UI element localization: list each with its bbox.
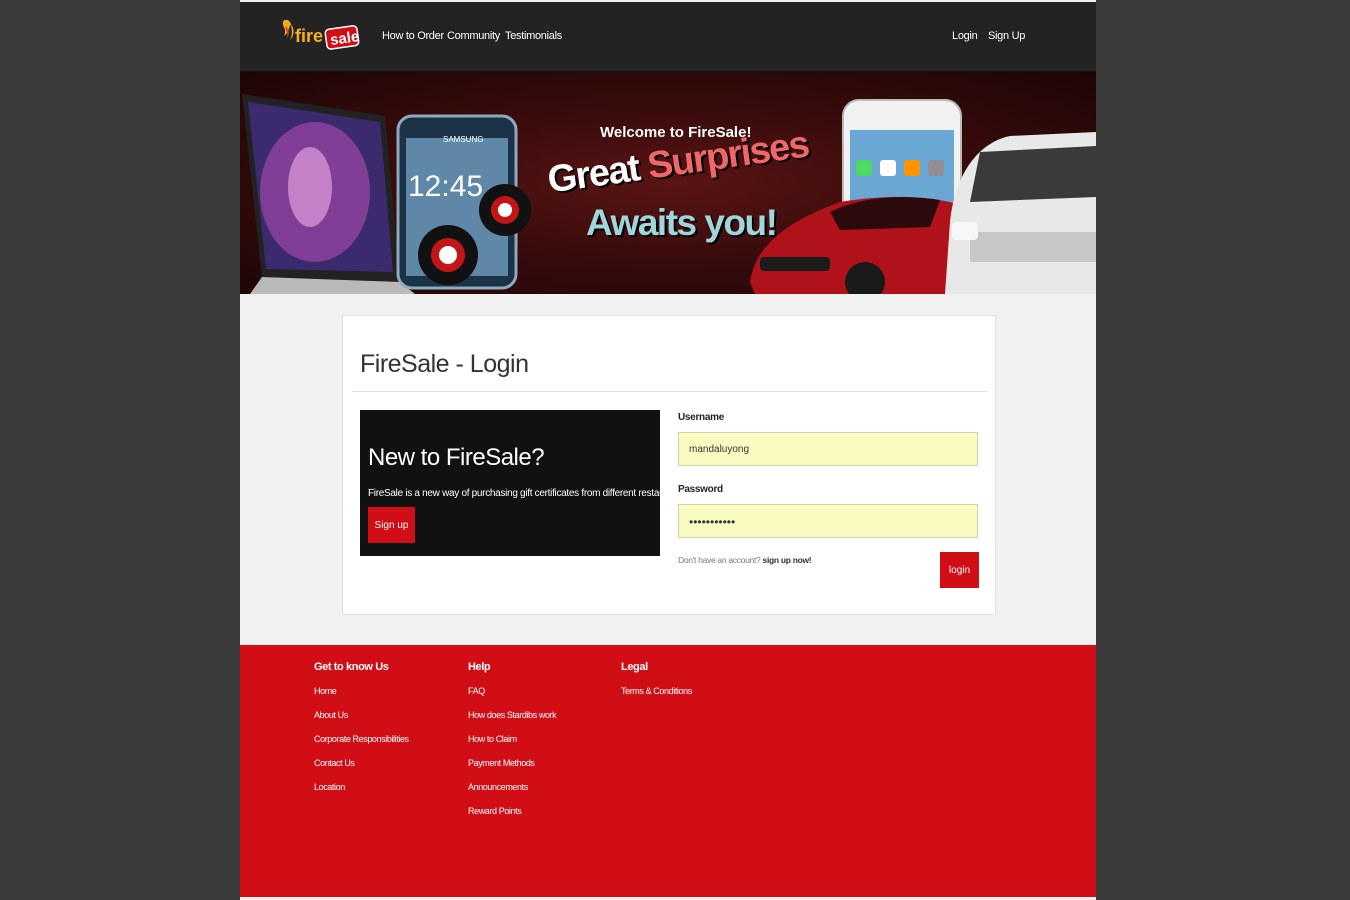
site-footer: Get to know Us Home About Us Corporate R… (240, 645, 1096, 897)
username-input[interactable]: mandaluyong (678, 432, 978, 466)
promo-heading: New to FireSale? (368, 444, 545, 471)
hero-banner: SAMSUNG 12:45 Welcome to FireSale! Great… (240, 72, 1096, 294)
svg-text:fire: fire (295, 26, 323, 46)
laptop-image (242, 94, 415, 294)
footer-link-payment-methods[interactable]: Payment Methods (468, 758, 556, 782)
promo-description: FireSale is a new way of purchasing gift… (368, 488, 688, 499)
login-button[interactable]: login (940, 552, 979, 588)
signup-note: Don't have an account? sign up now! (678, 555, 812, 565)
footer-column-legal: Legal Terms & Conditions (621, 661, 692, 710)
nav-community[interactable]: Community (447, 30, 500, 42)
footer-link-location[interactable]: Location (314, 782, 409, 806)
footer-column-help: Help FAQ How does Stardibs work How to C… (468, 661, 557, 830)
footer-link-about-us[interactable]: About Us (314, 710, 409, 734)
svg-text:12:45: 12:45 (408, 170, 483, 203)
username-label: Username (678, 412, 724, 423)
promo-sign-up-button[interactable]: Sign up (368, 507, 415, 543)
white-suv-image (945, 132, 1096, 294)
nav-testimonials[interactable]: Testimonials (505, 30, 562, 42)
footer-link-terms[interactable]: Terms & Conditions (621, 686, 692, 710)
login-card: FireSale - Login New to FireSale? FireSa… (342, 315, 996, 615)
page-title: FireSale - Login (360, 350, 529, 378)
sign-up-now-link[interactable]: sign up now! (763, 555, 812, 565)
new-user-promo: New to FireSale? FireSale is a new way o… (360, 410, 688, 556)
footer-column-get-to-know-us: Get to know Us Home About Us Corporate R… (314, 661, 409, 806)
footer-link-announcements[interactable]: Announcements (468, 782, 556, 806)
footer-link-reward-points[interactable]: Reward Points (468, 806, 556, 830)
nav-login[interactable]: Login (952, 30, 978, 42)
password-input[interactable]: ••••••••••• (678, 504, 978, 538)
banner-awaits-text: Awaits you! (586, 202, 778, 243)
nav-sign-up[interactable]: Sign Up (988, 30, 1025, 42)
footer-link-contact-us[interactable]: Contact Us (314, 758, 409, 782)
footer-link-home[interactable]: Home (314, 686, 409, 710)
footer-link-faq[interactable]: FAQ (468, 686, 556, 710)
footer-link-corporate-responsibilities[interactable]: Corporate Responsibilities (314, 734, 409, 758)
footer-link-how-it-works[interactable]: How does Stardibs work (468, 710, 557, 734)
no-account-text: Don't have an account? (678, 555, 761, 565)
svg-text:SAMSUNG: SAMSUNG (443, 135, 483, 144)
footer-link-how-to-claim[interactable]: How to Claim (468, 734, 556, 758)
password-label: Password (678, 484, 723, 495)
footer-heading: Help (468, 661, 491, 673)
top-navbar: fire sale How to Order Community Testimo… (240, 2, 1096, 72)
firesale-logo[interactable]: fire sale (278, 16, 362, 56)
page-container: fire sale How to Order Community Testimo… (240, 0, 1096, 900)
footer-heading: Get to know Us (314, 661, 389, 673)
footer-heading: Legal (621, 661, 648, 673)
nav-how-to-order[interactable]: How to Order (382, 30, 444, 42)
title-divider (352, 391, 987, 392)
